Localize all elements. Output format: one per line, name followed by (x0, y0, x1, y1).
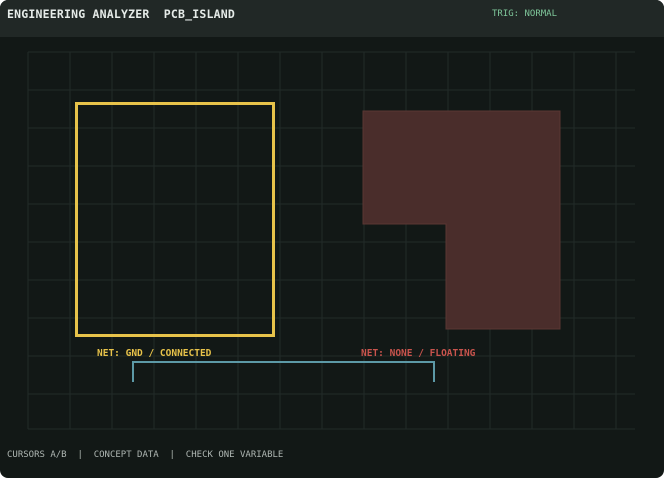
cursor-bracket[interactable] (0, 0, 664, 478)
footer-status: CURSORS A/B | CONCEPT DATA | CHECK ONE V… (7, 450, 284, 460)
cursor-a-to-b-span[interactable] (132, 361, 435, 382)
analyzer-window: ENGINEERING ANALYZER PCB_ISLAND TRIG: NO… (0, 0, 664, 478)
